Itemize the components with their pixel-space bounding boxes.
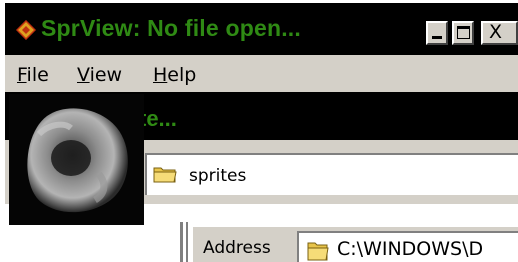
pane-divider-edge (186, 222, 188, 262)
sprite-preview (9, 94, 144, 225)
menu-file-accel: F (17, 64, 27, 86)
diamond-app-icon (16, 20, 36, 40)
menu-view-label: iew (89, 64, 123, 86)
maximize-icon (457, 26, 470, 39)
pane-divider[interactable] (180, 222, 183, 262)
address-label: Address (203, 238, 271, 258)
menu-help[interactable]: Help (153, 64, 196, 86)
minimize-button[interactable] (426, 21, 448, 45)
close-button[interactable]: X (481, 21, 518, 45)
sprite-thumbnail (27, 108, 128, 213)
menu-view[interactable]: View (77, 64, 122, 86)
menu-view-accel: V (77, 64, 90, 86)
address-field[interactable]: C:\WINDOWS\D (297, 231, 518, 262)
maximize-button[interactable] (452, 21, 474, 45)
window-title: SprView: No file open... (41, 15, 301, 41)
menu-bar: File View Help (5, 55, 518, 92)
close-icon: X (489, 21, 503, 43)
menu-help-accel: H (153, 64, 168, 86)
title-bar[interactable]: SprView: No file open... X (5, 3, 518, 55)
folder-icon (153, 167, 177, 183)
address-bar: Address C:\WINDOWS\D (191, 225, 518, 262)
address-value: C:\WINDOWS\D (337, 238, 484, 260)
secondary-title: te... (139, 106, 177, 131)
minimize-icon (432, 36, 442, 39)
folder-icon (307, 242, 329, 261)
menu-file[interactable]: File (17, 64, 49, 86)
menu-help-label: elp (167, 64, 197, 86)
menu-file-label: ile (26, 64, 49, 86)
folder-item[interactable]: sprites (145, 153, 518, 195)
folder-label: sprites (189, 166, 247, 186)
